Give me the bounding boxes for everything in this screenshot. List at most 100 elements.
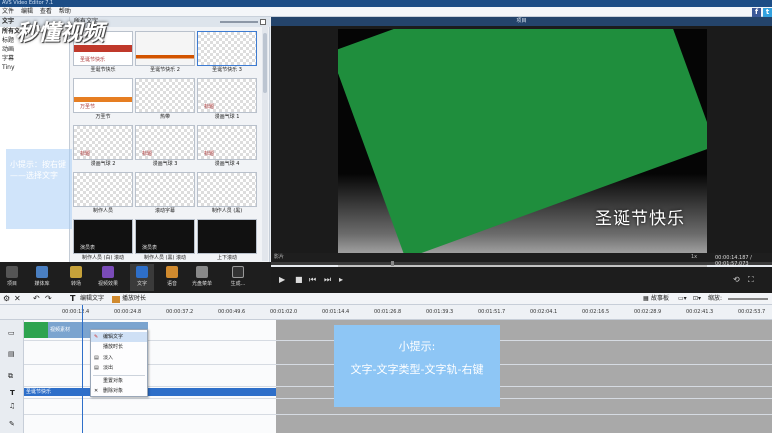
voice-track-icon: ✎ bbox=[9, 420, 15, 428]
thumbnail-text: 圣诞节快乐 bbox=[80, 57, 106, 63]
ruler-tick-label: 00:02:04.1 bbox=[530, 309, 558, 315]
thumbnail-preview: 标题 bbox=[73, 125, 133, 160]
ruler-tick-label: 00:01:14.4 bbox=[322, 309, 350, 315]
thumbnail-preview bbox=[197, 172, 257, 207]
ruler-tick-label: 00:02:16.5 bbox=[582, 309, 610, 315]
video-caption-text: 圣诞节快乐 bbox=[595, 209, 685, 229]
tab-video-effects[interactable]: 视频效果 bbox=[96, 264, 120, 291]
menu-item-delete[interactable]: ✕ 删除对象 bbox=[91, 386, 147, 396]
undo-icon[interactable]: ↶ bbox=[33, 293, 40, 305]
thumbnail-preview bbox=[135, 172, 195, 207]
menu-item-delete-label: 删除对象 bbox=[103, 388, 124, 394]
thumbnail-caption: 漫画气球 1 bbox=[214, 114, 240, 120]
menu-item-fade-in[interactable]: ▤ 淡入 bbox=[91, 353, 147, 363]
redo-icon[interactable]: ↷ bbox=[45, 293, 52, 305]
menu-item-fade-out[interactable]: ▤ 淡出 bbox=[91, 363, 147, 373]
monitor-icon[interactable]: ⊡▾ bbox=[693, 293, 701, 305]
step-icon[interactable]: ▸ bbox=[339, 275, 343, 284]
left-tip-text: 小提示：按右键——选择文字 bbox=[10, 160, 66, 180]
text-clip[interactable]: 圣诞节快乐 bbox=[24, 388, 276, 396]
preview-status: 影片 1x bbox=[271, 253, 772, 262]
playhead[interactable] bbox=[82, 305, 83, 433]
menu-item-edit-text[interactable]: ✎ 编辑文字 bbox=[91, 332, 147, 342]
ruler-tick-label: 00:00:24.8 bbox=[114, 309, 142, 315]
library-thumbnail[interactable]: 圣诞节快乐 2 bbox=[135, 31, 195, 77]
menu-item-reset-label: 重置对象 bbox=[103, 378, 124, 384]
text-clip-label: 圣诞节快乐 bbox=[26, 389, 52, 395]
zoom-label: 1x bbox=[691, 254, 698, 260]
library-thumbnail[interactable]: 标题 漫画气球 2 bbox=[73, 125, 133, 171]
tab-disc-menu[interactable]: 光盘菜单 bbox=[190, 264, 214, 291]
library-thumbnail[interactable]: 滚动字幕 bbox=[135, 172, 195, 218]
menu-edit[interactable]: 编辑 bbox=[21, 8, 33, 15]
video-clip-thumbnail[interactable] bbox=[24, 322, 48, 338]
ruler-tick-label: 00:01:02.0 bbox=[270, 309, 298, 315]
library-thumbnail[interactable]: 万圣节 万圣节 bbox=[73, 78, 133, 124]
voice-icon bbox=[166, 266, 178, 278]
text-library-panel: 所有文字 圣诞节快乐 圣诞节快乐 圣诞节快乐 2 圣诞节快乐 3 万圣节 万圣节 热带 标题漫… bbox=[70, 17, 270, 262]
menu-file[interactable]: 文件 bbox=[2, 8, 14, 15]
library-thumbnail[interactable]: 制作人员 (黑) bbox=[197, 172, 257, 218]
view-options-icon[interactable]: ▭▾ bbox=[678, 293, 687, 305]
library-thumbnail[interactable]: 圣诞节快乐 3 bbox=[197, 31, 257, 77]
tab-transitions[interactable]: 转场 bbox=[64, 264, 88, 291]
facebook-icon[interactable]: f bbox=[752, 8, 761, 17]
seek-handle[interactable] bbox=[391, 261, 394, 266]
fullscreen-icon[interactable]: ⛶ bbox=[748, 275, 754, 285]
category-subtitle[interactable]: 字幕 bbox=[0, 54, 69, 63]
project-icon bbox=[6, 266, 18, 278]
tab-produce[interactable]: 生成... bbox=[226, 264, 250, 291]
thumbnail-size-slider[interactable] bbox=[220, 21, 258, 23]
thumbnail-text: 标题 bbox=[142, 151, 153, 157]
thumbnail-caption: 制作人员 (黑) bbox=[211, 208, 243, 214]
media-library-icon bbox=[36, 266, 48, 278]
menu-item-reset[interactable]: 重置对象 bbox=[91, 376, 147, 386]
play-icon[interactable]: ▶ bbox=[279, 275, 285, 284]
menu-bar: 文件 编辑 查看 帮助 bbox=[0, 7, 772, 17]
fade-out-icon: ▤ bbox=[94, 365, 99, 371]
seek-bar[interactable] bbox=[271, 262, 772, 265]
library-thumbnail[interactable]: 热带 bbox=[135, 78, 195, 124]
prev-frame-icon[interactable]: ⏮ bbox=[309, 275, 316, 285]
video-effects-icon bbox=[102, 266, 114, 278]
settings-icon[interactable]: ⚙ bbox=[3, 293, 10, 305]
next-frame-icon[interactable]: ⏭ bbox=[324, 275, 331, 285]
tab-voice[interactable]: 语音 bbox=[160, 264, 184, 291]
storyboard-button[interactable]: 故事板 bbox=[651, 293, 669, 305]
library-thumbnail[interactable]: 上下滚动 bbox=[197, 219, 257, 265]
library-thumbnail[interactable]: 标题 漫画气球 1 bbox=[197, 78, 257, 124]
library-thumbnail[interactable]: 标题 漫画气球 4 bbox=[197, 125, 257, 171]
thumbnail-preview bbox=[135, 78, 195, 113]
duration-button[interactable]: 播放时长 bbox=[122, 293, 146, 305]
library-thumbnail[interactable]: 演员表 制作人员 (白) 滚动 bbox=[73, 219, 133, 265]
thumbnail-caption: 漫画气球 3 bbox=[152, 161, 178, 167]
video-preview[interactable]: 圣诞节快乐 bbox=[338, 29, 707, 270]
delete-icon[interactable]: ✕ bbox=[14, 293, 21, 305]
tab-text[interactable]: 文字 bbox=[130, 264, 154, 291]
zoom-slider[interactable] bbox=[728, 298, 768, 300]
tab-voice-label: 语音 bbox=[166, 281, 177, 287]
zoom-label-text: 缩放: bbox=[708, 295, 723, 302]
tab-produce-label: 生成... bbox=[230, 281, 246, 287]
snapshot-icon[interactable]: ⟲ bbox=[733, 275, 740, 284]
menu-help[interactable]: 帮助 bbox=[59, 8, 71, 15]
ruler-tick-label: 00:00:37.2 bbox=[166, 309, 194, 315]
library-thumbnail[interactable]: 制作人员 bbox=[73, 172, 133, 218]
category-tiny[interactable]: Tiny bbox=[0, 63, 69, 72]
tab-project[interactable]: 项目 bbox=[0, 264, 24, 291]
twitter-icon[interactable]: t bbox=[763, 8, 772, 17]
stop-icon[interactable]: ■ bbox=[295, 275, 303, 284]
thumbnail-caption: 圣诞节快乐 3 bbox=[212, 67, 242, 73]
timeline-ruler[interactable]: 00:00:12.4 00:00:24.8 00:00:37.2 00:00:49.6… bbox=[0, 305, 772, 320]
library-thumbnail[interactable]: 标题漫画气球 3 bbox=[135, 125, 195, 171]
menu-view[interactable]: 查看 bbox=[40, 8, 52, 15]
menu-item-duration[interactable]: 播放时长 bbox=[91, 342, 147, 352]
text-tool-icon: T bbox=[70, 294, 76, 303]
preview-header: 项目 bbox=[271, 17, 772, 26]
library-scrollbar-thumb[interactable] bbox=[263, 33, 267, 93]
tab-media-library[interactable]: 媒体库 bbox=[30, 264, 54, 291]
library-thumbnail[interactable]: 演员表 制作人员 (黑) 滚动 bbox=[135, 219, 195, 265]
overlay-track-icon: ⧉ bbox=[8, 372, 13, 380]
ruler-tick-label: 00:01:51.7 bbox=[478, 309, 506, 315]
edit-text-button[interactable]: 编辑文字 bbox=[80, 293, 104, 305]
